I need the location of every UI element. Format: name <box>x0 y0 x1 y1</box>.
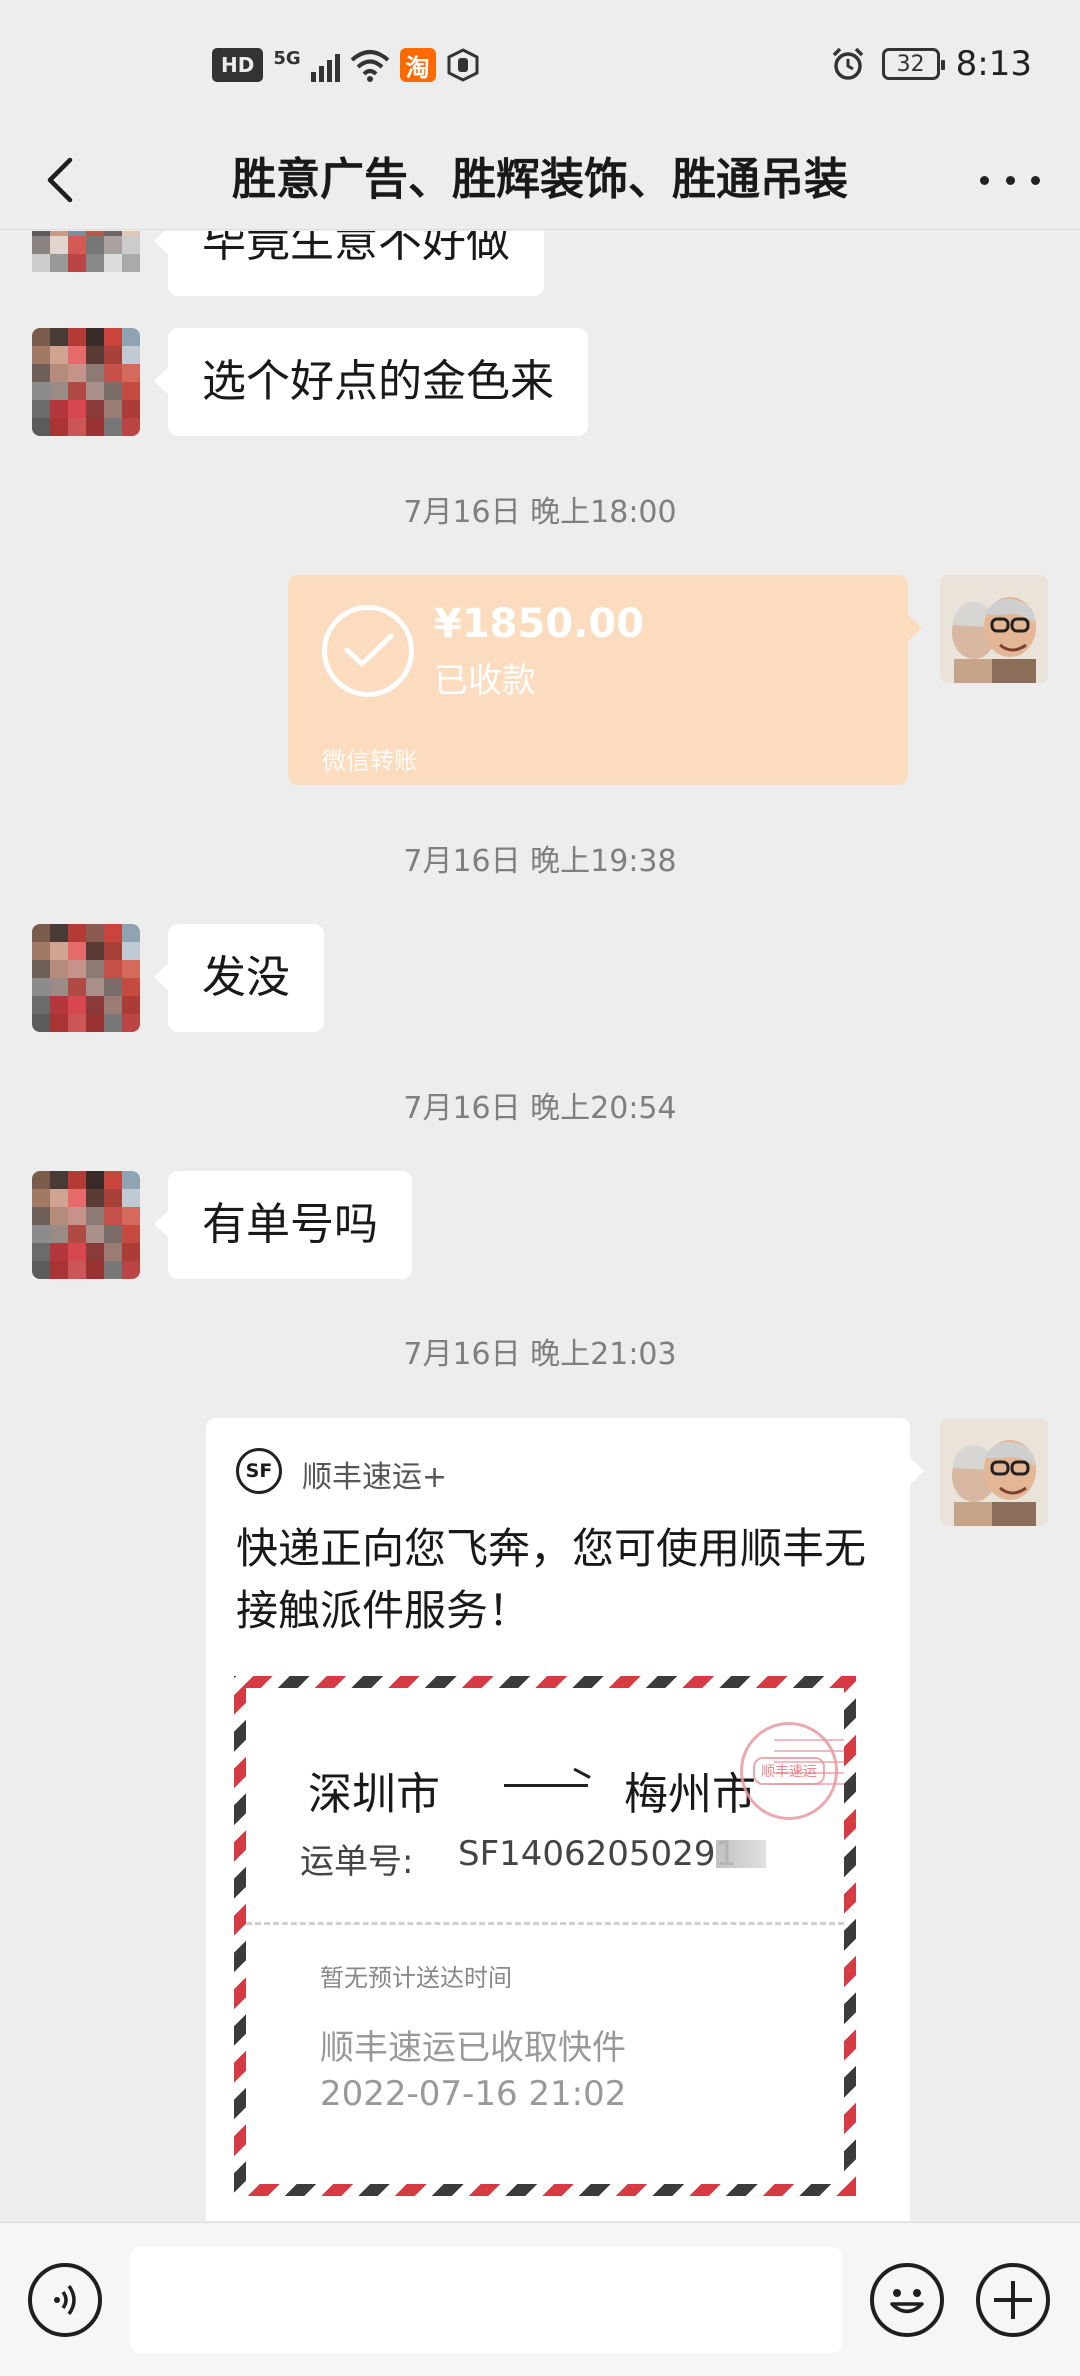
transfer-card[interactable]: ¥1850.00 已收款 微信转账 <box>288 575 922 785</box>
avatar-contact[interactable] <box>32 328 140 436</box>
back-icon[interactable] <box>34 152 90 208</box>
timestamp: 7月16日 晚上21:03 <box>403 1337 677 1372</box>
timestamp: 7月16日 晚上19:38 <box>403 844 677 879</box>
wifi-icon <box>350 50 389 82</box>
chat-title: 胜意广告、胜辉装饰、胜通吊装 <box>232 154 848 205</box>
hexagon-hand-icon <box>447 48 479 82</box>
chat-header: 胜意广告、胜辉装饰、胜通吊装 <box>0 130 1080 230</box>
check-circle-icon <box>322 605 414 697</box>
timestamp: 7月16日 晚上20:54 <box>403 1091 677 1126</box>
avatar-cartoon-icon <box>940 1418 1048 1526</box>
message-bubble[interactable]: 毕竟生意不好做 <box>154 231 544 296</box>
avatar-contact[interactable] <box>32 924 140 1032</box>
plus-icon[interactable] <box>976 2263 1050 2337</box>
message-bubble[interactable]: 有单号吗 <box>154 1171 412 1279</box>
battery-icon: 32 <box>881 48 945 80</box>
avatar-cartoon-icon <box>940 575 1048 683</box>
transfer-amount: ¥1850.00 <box>434 601 645 647</box>
taobao-icon: 淘 <box>399 48 436 82</box>
status-left-icons: HD 5G 淘 <box>212 48 480 82</box>
redaction-mosaic <box>716 1840 766 1868</box>
hd-badge: HD <box>212 48 264 82</box>
postmark-stamp: 顺丰速运 <box>740 1722 838 1820</box>
signal-icon <box>310 48 340 82</box>
shipment-card[interactable]: SF 顺丰速运+ 快递正向您飞奔，您可使用顺丰无接触派件服务！ 深圳市 梅州市 … <box>206 1418 924 2221</box>
shipment-date: 2022-07-16 21:02 <box>320 2074 627 2114</box>
envelope-divider <box>246 1922 844 1925</box>
envelope-inner: 深圳市 梅州市 运单号: SF14062050291 顺丰速运 暂无预计送达时间… <box>246 1688 844 2184</box>
message-bubble[interactable]: 选个好点的金色来 <box>154 328 588 436</box>
transfer-footer: 微信转账 <box>322 747 418 775</box>
shipment-origin: 深圳市 <box>308 1769 440 1820</box>
waybill-number: SF14062050291 <box>458 1834 738 1874</box>
status-right-icons: 32 8:13 <box>830 44 1032 84</box>
waybill-label: 运单号: <box>300 1842 414 1882</box>
alarm-icon <box>832 47 863 80</box>
network-type: 5G <box>273 48 301 69</box>
shipment-message: 快递正向您飞奔，您可使用顺丰无接触派件服务！ <box>236 1524 867 1635</box>
message-input[interactable] <box>130 2247 842 2353</box>
status-bar: HD 5G 淘 32 8:13 <box>0 0 1080 130</box>
arrow-right-icon <box>504 1784 588 1787</box>
transfer-status: 已收款 <box>434 661 536 701</box>
avatar-contact[interactable] <box>32 231 140 308</box>
shipment-envelope: 深圳市 梅州市 运单号: SF14062050291 顺丰速运 暂无预计送达时间… <box>234 1676 856 2196</box>
message-bubble[interactable]: 发没 <box>154 924 324 1032</box>
timestamp: 7月16日 晚上18:00 <box>403 495 677 530</box>
emoji-icon[interactable] <box>870 2263 944 2337</box>
shipment-service: 顺丰速运+ <box>302 1460 448 1495</box>
shipment-eta: 暂无预计送达时间 <box>320 1964 512 1992</box>
avatar-self[interactable] <box>940 1418 1048 1526</box>
avatar-self[interactable] <box>940 575 1048 683</box>
clock: 8:13 <box>955 44 1032 84</box>
more-icon[interactable] <box>980 160 1040 200</box>
postmark-text: 顺丰速运 <box>753 1757 825 1785</box>
input-bar <box>0 2222 1080 2376</box>
avatar-contact[interactable] <box>32 1171 140 1279</box>
sf-logo-icon: SF <box>236 1448 282 1494</box>
voice-icon[interactable] <box>28 2263 102 2337</box>
shipment-status: 顺丰速运已收取快件 <box>320 2028 626 2068</box>
message-list[interactable]: 毕竟生意不好做 选个好点的金色来 7月16日 晚上18:00 ¥1850.00 … <box>0 231 1080 2221</box>
shipment-destination: 梅州市 <box>624 1769 756 1820</box>
